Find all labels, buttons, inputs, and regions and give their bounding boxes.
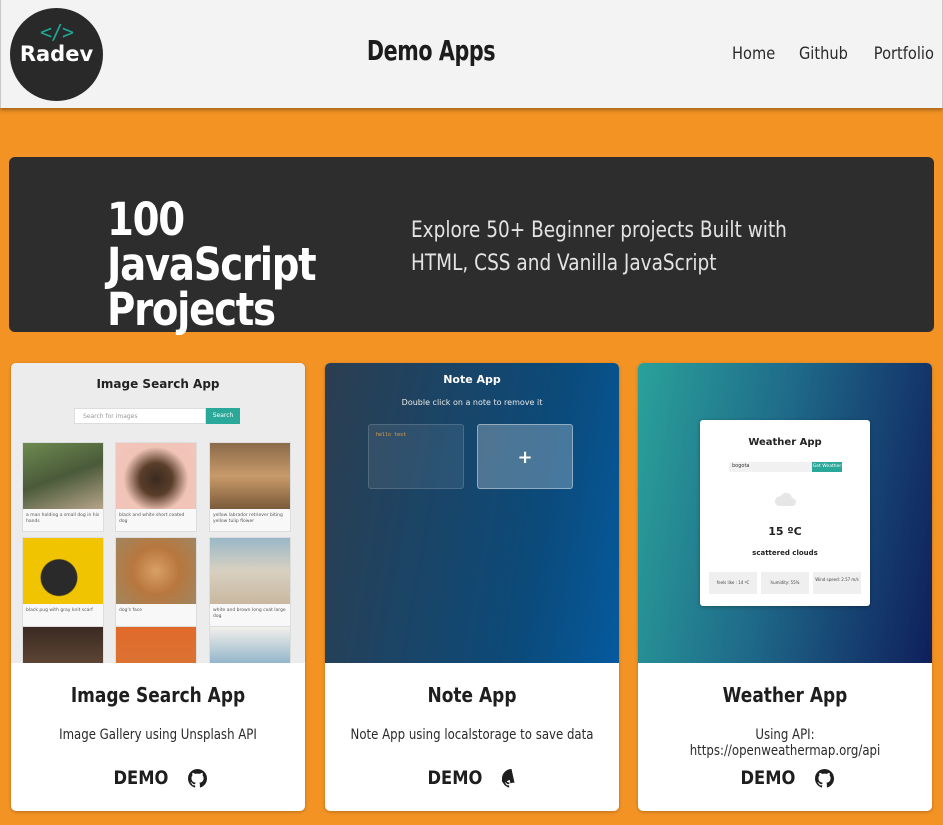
preview-thumb: yellow labrador retriever biting yellow … [209,442,291,532]
thumb-caption: dog's face [119,608,143,613]
note-app-preview: Note App Double click on a note to remov… [325,363,619,663]
demo-link[interactable]: DEMO [427,767,482,789]
nav-github-link[interactable]: Github [799,44,848,64]
thumb-image [23,627,103,663]
preview-thumb [209,626,291,663]
thumb-image [23,538,103,604]
thumb-image [116,538,196,604]
nav-portfolio-link[interactable]: Portfolio [874,44,934,64]
github-icon[interactable] [502,768,521,788]
card-title: Image Search App [70,683,246,707]
github-icon[interactable] [815,768,835,788]
thumb-caption: yellow labrador retriever biting yellow … [213,513,283,524]
card-actions: DEMO [638,767,932,789]
preview-thumb: dog's face [115,537,197,627]
note-text: hello test [376,432,407,438]
preview-feels-like: feels like : 14 ºC [709,572,757,594]
preview-title: Note App [443,373,501,386]
preview-temperature: 15 ºC [768,525,802,538]
preview-add-note: + [477,424,573,489]
weather-widget: Weather App bogota Get Weather 15 ºC sca… [700,420,870,606]
hero-banner: 100 JavaScript Projects Explore 50+ Begi… [9,157,934,332]
project-card-weather-app: Weather App bogota Get Weather 15 ºC sca… [638,363,932,811]
preview-get-weather-button: Get Weather [812,462,842,472]
cloud-icon [774,492,796,506]
preview-thumb [22,626,104,663]
preview-subtitle: Double click on a note to remove it [401,398,543,407]
card-description: Image Gallery using Unsplash API [59,727,257,743]
weather-app-preview: Weather App bogota Get Weather 15 ºC sca… [638,363,932,663]
thumb-image [23,443,103,509]
thumb-caption: black pug with gray knit scarf [26,608,93,613]
thumb-caption: black and white short coated dog [119,513,185,524]
preview-thumb: black and white short coated dog [115,442,197,532]
preview-thumb: black pug with gray knit scarf [22,537,104,627]
preview-thumb: a man holding a small dog in his hands [22,442,104,532]
card-title: Note App [427,683,517,707]
thumb-image [210,627,290,663]
preview-search-button: Search [206,408,240,424]
code-icon: </> [39,20,74,44]
thumb-caption: white and brown long coat large dog [213,608,286,619]
thumb-image [116,627,196,663]
hero-title: 100 JavaScript Projects [107,193,317,336]
logo[interactable]: </> Radev [10,8,103,101]
preview-thumb: white and brown long coat large dog [209,537,291,627]
logo-text: Radev [19,42,94,66]
preview-note: hello test [368,424,464,489]
hero-subtitle: Explore 50+ Beginner projects Built with… [411,218,787,276]
preview-title: Weather App [748,437,822,448]
card-title: Weather App [722,683,848,707]
card-description: Using API: https://openweathermap.org/ap… [689,727,881,759]
project-card-image-search: Image Search App Search for images Searc… [11,363,305,811]
thumb-image [116,443,196,509]
preview-title: Image Search App [96,377,220,391]
preview-city-input: bogota [729,462,812,472]
thumb-image [210,538,290,604]
card-actions: DEMO [325,767,619,789]
preview-search-input: Search for images [74,408,206,424]
demo-link[interactable]: DEMO [740,767,795,789]
site-header: </> Radev Demo Apps Home Github Portfoli… [0,0,943,108]
thumb-caption: a man holding a small dog in his hands [26,513,100,524]
page-title: Demo Apps [366,34,496,67]
preview-thumb [115,626,197,663]
nav-home-link[interactable]: Home [732,44,775,64]
main-nav: Home Github Portfolio [725,44,934,64]
preview-condition: scattered clouds [752,549,818,557]
demo-link[interactable]: DEMO [113,767,168,789]
card-description: Note App using localstorage to save data [350,727,594,743]
github-icon[interactable] [188,768,208,788]
card-actions: DEMO [11,767,305,789]
project-card-note-app: Note App Double click on a note to remov… [325,363,619,811]
preview-wind-speed: Wind speed: 2.57 m/s [813,572,861,594]
image-search-preview: Image Search App Search for images Searc… [11,363,305,663]
thumb-image [210,443,290,509]
preview-humidity: humidity: 55% [761,572,809,594]
